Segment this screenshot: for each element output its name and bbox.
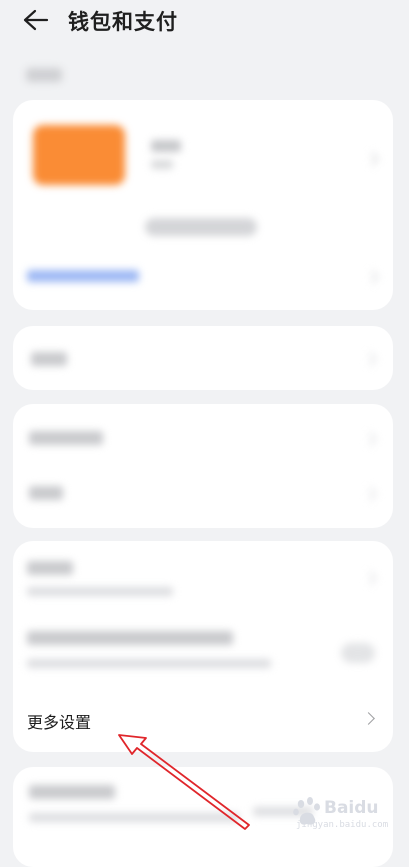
row-description-blurred (27, 659, 271, 668)
toggle-switch[interactable] (341, 643, 375, 663)
row-label-blurred (29, 486, 63, 500)
row-label-blurred (27, 561, 73, 575)
bank-card-image (33, 125, 125, 185)
page-title: 钱包和支付 (68, 10, 178, 34)
card-info-pill-blurred (145, 218, 257, 236)
chevron-right-icon (364, 151, 380, 167)
row-label-blurred (29, 431, 103, 445)
more-settings-row[interactable]: 更多设置 (13, 690, 393, 746)
more-settings-label: 更多设置 (27, 713, 92, 732)
arrow-left-icon[interactable] (22, 8, 50, 32)
chevron-right-icon (362, 431, 378, 447)
settings-card-2[interactable] (13, 326, 393, 390)
watermark-url: jingyan.baidu.com (296, 820, 389, 830)
row-label-blurred (31, 352, 67, 366)
bank-card-subtitle-blurred (151, 160, 173, 169)
chevron-right-icon (364, 269, 380, 285)
row-label-blurred (29, 785, 115, 799)
chevron-right-icon (362, 351, 378, 367)
settings-card-3 (13, 404, 393, 528)
chevron-right-icon (362, 712, 375, 725)
row-description-blurred (27, 587, 173, 596)
section-label-blurred (26, 68, 62, 82)
row-label-blurred (27, 631, 233, 645)
add-card-link-blurred[interactable] (27, 270, 139, 282)
chevron-right-icon (362, 486, 378, 502)
baidu-watermark: Baidu jingyan.baidu.com (290, 795, 400, 835)
top-app-bar: 钱包和支付 (0, 0, 409, 44)
chevron-right-icon (362, 570, 378, 586)
bank-card-name-blurred (151, 140, 181, 152)
bank-card-panel[interactable] (13, 100, 393, 310)
row-description-blurred (29, 813, 239, 822)
watermark-brand: Baidu (324, 798, 379, 818)
